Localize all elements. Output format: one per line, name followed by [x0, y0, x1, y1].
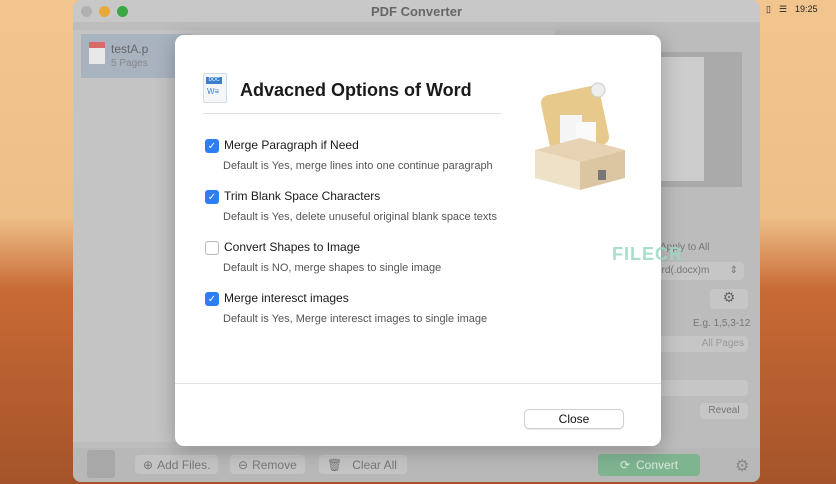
trash-icon: 🗑	[327, 457, 343, 472]
watermark: FILECR	[612, 244, 683, 264]
add-file-icon: ⊕	[143, 457, 154, 472]
chevron-updown-icon: ⇕	[729, 265, 738, 276]
option-description: Default is Yes, merge lines into one con…	[223, 160, 493, 172]
option-description: Default is Yes, delete unuseful original…	[223, 211, 497, 223]
file-name: testA.p	[111, 42, 149, 56]
clock: 19:25	[795, 4, 818, 14]
dialog-title: Advacned Options of Word	[240, 80, 472, 100]
pages-input[interactable]: All Pages	[656, 336, 748, 352]
format-settings-gear-icon[interactable]: ⚙	[710, 289, 748, 309]
menu-bar: ▯ ☰ 19:25	[760, 0, 836, 18]
advanced-options-dialog: DOC W≡ Advacned Options of Word ✓ Merge P…	[175, 35, 661, 446]
option-description: Default is Yes, Merge interesct images t…	[223, 313, 488, 325]
option-label: Merge interesct images	[224, 291, 349, 305]
clear-all-button[interactable]: 🗑 Clear All	[319, 455, 407, 474]
option-label: Merge Paragraph if Need	[224, 138, 359, 152]
merge-paragraph-checkbox[interactable]: ✓	[205, 139, 219, 153]
option-label: Convert Shapes to Image	[224, 240, 361, 254]
package-box-icon	[535, 82, 625, 190]
trim-blank-checkbox[interactable]: ✓	[205, 190, 219, 204]
word-document-icon: DOC W≡	[203, 73, 227, 103]
reveal-button[interactable]: Reveal	[700, 403, 748, 419]
remove-file-icon: ⊖	[238, 457, 249, 472]
convert-shapes-checkbox[interactable]	[205, 241, 219, 255]
control-center-icon[interactable]: ☰	[779, 4, 787, 15]
add-files-button[interactable]: ⊕ Add Files.	[135, 455, 219, 474]
footer-divider	[175, 383, 661, 384]
app-logo-icon	[87, 450, 115, 478]
refresh-icon: ⟳	[619, 458, 631, 472]
option-label: Trim Blank Space Characters	[224, 189, 381, 203]
convert-button[interactable]: ⟳ Convert	[598, 454, 700, 476]
settings-gear-icon[interactable]: ⚙	[735, 456, 749, 476]
title-bar: PDF Converter	[73, 0, 760, 22]
pdf-file-icon	[89, 42, 105, 64]
close-button[interactable]: Close	[524, 409, 624, 429]
pages-hint: E.g. 1,5,3-12	[693, 318, 751, 329]
battery-icon[interactable]: ▯	[766, 4, 771, 15]
option-description: Default is NO, merge shapes to single im…	[223, 262, 442, 274]
merge-images-checkbox[interactable]: ✓	[205, 292, 219, 306]
remove-button[interactable]: ⊖ Remove	[230, 455, 305, 474]
window-title: PDF Converter	[370, 3, 463, 19]
bottom-toolbar: ⊕ Add Files. ⊖ Remove 🗑 Clear All ⟳ Convert …	[73, 448, 760, 482]
divider	[203, 113, 502, 114]
